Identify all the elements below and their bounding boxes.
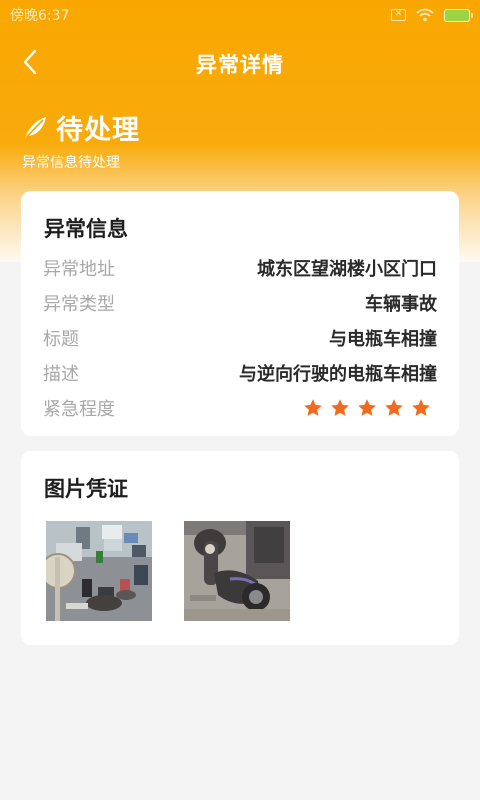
info-row-value: 与逆向行驶的电瓶车相撞 (239, 364, 437, 385)
info-row-title: 标题 与电瓶车相撞 (43, 324, 437, 352)
info-card: 异常信息 异常地址 城东区望湖楼小区门口 异常类型 车辆事故 标题 与电瓶车相撞… (21, 191, 459, 436)
photos-card-title: 图片凭证 (44, 477, 128, 501)
star-icon (304, 399, 322, 416)
photos-card: 图片凭证 (21, 451, 459, 645)
info-card-title: 异常信息 (44, 217, 128, 241)
status-time: 傍晚6:37 (10, 8, 70, 24)
back-button[interactable] (14, 46, 46, 78)
info-row-label: 异常地址 (43, 259, 115, 280)
star-icon (331, 399, 349, 416)
info-row-label: 描述 (43, 364, 79, 385)
photo-damaged-scooter[interactable] (184, 521, 290, 621)
leaf-icon (25, 116, 46, 139)
info-row-description: 描述 与逆向行驶的电瓶车相撞 (43, 359, 437, 387)
sim-icon: ✕ (391, 9, 406, 21)
status-subtitle: 异常信息待处理 (22, 155, 120, 171)
battery-icon (444, 8, 473, 22)
star-icon (358, 399, 376, 416)
star-icon (412, 399, 430, 416)
chevron-left-icon (23, 49, 37, 75)
urgency-rating (303, 398, 431, 418)
info-row-value: 车辆事故 (365, 294, 437, 315)
info-row-type: 异常类型 车辆事故 (43, 289, 437, 317)
info-row-urgency: 紧急程度 (43, 394, 437, 422)
info-row-label: 异常类型 (43, 294, 115, 315)
info-row-value: 与电瓶车相撞 (329, 329, 437, 350)
info-row-address: 异常地址 城东区望湖楼小区门口 (43, 254, 437, 282)
info-row-label: 标题 (43, 329, 79, 350)
urgency-label: 紧急程度 (43, 399, 115, 420)
status-heading: 待处理 (22, 108, 140, 147)
status-title: 待处理 (56, 115, 140, 146)
nav-bar: 异常详情 (0, 40, 480, 88)
page-title: 异常详情 (196, 53, 284, 77)
info-row-value: 城东区望湖楼小区门口 (257, 259, 437, 280)
photo-accident-street[interactable] (46, 521, 152, 621)
star-icon (385, 399, 403, 416)
wifi-icon (416, 8, 434, 22)
status-bar: 傍晚6:37 ✕ (0, 0, 480, 30)
